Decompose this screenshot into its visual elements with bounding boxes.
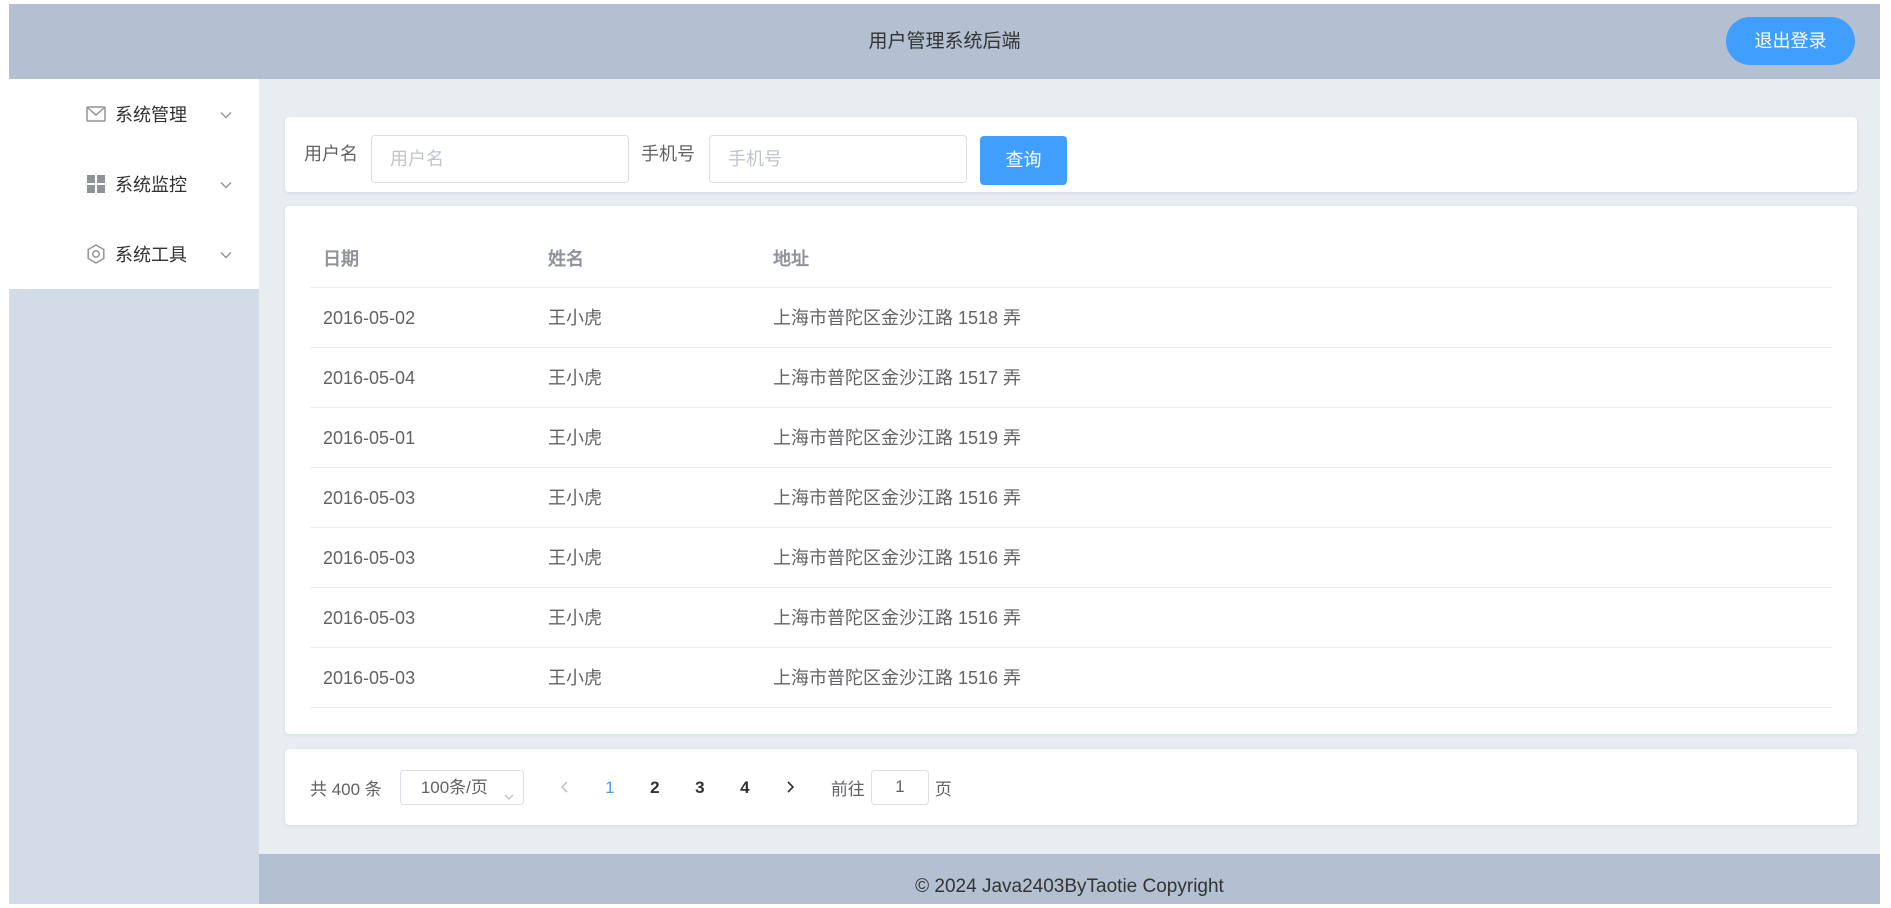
cell-address: 上海市普陀区金沙江路 1518 弄 [773, 308, 1022, 328]
pagination-card: 共 400 条 100条/页 1 2 3 4 前往 1 页 [285, 749, 1857, 825]
column-header-address: 地址 [773, 249, 809, 269]
footer: © 2024 Java2403ByTaotie Copyright [259, 854, 1880, 904]
cell-name: 王小虎 [548, 488, 602, 508]
page-number-3[interactable]: 3 [684, 770, 716, 805]
cell-address: 上海市普陀区金沙江路 1519 弄 [773, 428, 1022, 448]
page-size-value: 100条/页 [420, 777, 488, 797]
table-row: 2016-05-03 王小虎 上海市普陀区金沙江路 1516 弄 [310, 528, 1832, 588]
chevron-down-icon [219, 176, 233, 190]
cell-date: 2016-05-02 [323, 308, 416, 328]
chevron-down-icon [219, 246, 233, 260]
cell-date: 2016-05-03 [323, 668, 416, 688]
cell-address: 上海市普陀区金沙江路 1517 弄 [773, 368, 1022, 388]
chevron-left-icon [560, 781, 568, 793]
logout-button[interactable]: 退出登录 [1726, 17, 1855, 65]
cell-address: 上海市普陀区金沙江路 1516 弄 [773, 608, 1022, 628]
phone-input[interactable] [709, 135, 967, 183]
page-number-4[interactable]: 4 [729, 770, 761, 805]
sidebar-item-system-management[interactable]: 系统管理 [9, 79, 259, 149]
data-table-card: 日期 姓名 地址 2016-05-02 王小虎 上海市普陀区金沙江路 1518 … [285, 206, 1857, 734]
page-size-select[interactable]: 100条/页 [399, 769, 524, 805]
cell-date: 2016-05-03 [323, 548, 416, 568]
cell-address: 上海市普陀区金沙江路 1516 弄 [773, 548, 1022, 568]
chevron-down-icon [503, 781, 515, 800]
app-container: 用户管理系统后端 退出登录 系统管理 系统监控 系统工具 用户名 用户名 手机号… [9, 4, 1880, 904]
goto-suffix: 页 [934, 779, 952, 799]
setting-icon [85, 243, 107, 265]
goto-page-input[interactable] [870, 769, 929, 805]
cell-name: 王小虎 [548, 428, 602, 448]
table-header-row: 日期 姓名 地址 [310, 231, 1832, 288]
main-content: 用户名 手机号 查询 日期 姓名 地址 2016-05-02 王小虎 上海市普陀… [259, 79, 1880, 854]
column-header-name: 姓名 [548, 249, 584, 269]
table-row: 2016-05-03 王小虎 上海市普陀区金沙江路 1516 弄 [310, 588, 1832, 648]
cell-address: 上海市普陀区金沙江路 1516 弄 [773, 668, 1022, 688]
chevron-right-icon [787, 781, 794, 793]
username-input[interactable] [371, 135, 629, 183]
page-number-1[interactable]: 1 [594, 770, 626, 805]
sidebar-item-label: 系统监控 [115, 175, 187, 195]
cell-name: 王小虎 [548, 608, 602, 628]
cell-date: 2016-05-01 [323, 428, 416, 448]
sidebar-item-system-tools[interactable]: 系统工具 [9, 219, 259, 289]
copyright-text: © 2024 Java2403ByTaotie Copyright [915, 876, 1224, 897]
header: 用户管理系统后端 退出登录 [9, 4, 1880, 79]
grid-icon [85, 173, 107, 195]
next-page-button[interactable] [774, 770, 806, 805]
cell-date: 2016-05-03 [323, 488, 416, 508]
table-row: 2016-05-03 王小虎 上海市普陀区金沙江路 1516 弄 [310, 648, 1832, 708]
pagination: 共 400 条 100条/页 1 2 3 4 前往 1 页 [310, 749, 952, 825]
sidebar: 系统管理 系统监控 系统工具 [9, 79, 259, 904]
query-button[interactable]: 查询 [980, 136, 1067, 185]
data-table: 日期 姓名 地址 2016-05-02 王小虎 上海市普陀区金沙江路 1518 … [310, 231, 1832, 708]
search-form: 用户名 手机号 查询 [285, 117, 1857, 192]
phone-label: 手机号 [641, 144, 695, 164]
cell-name: 王小虎 [548, 668, 602, 688]
cell-name: 王小虎 [548, 368, 602, 388]
cell-name: 王小虎 [548, 548, 602, 568]
prev-page-button[interactable] [549, 770, 581, 805]
sidebar-item-label: 系统工具 [115, 245, 187, 265]
table-row: 2016-05-04 王小虎 上海市普陀区金沙江路 1517 弄 [310, 348, 1832, 408]
page-number-2[interactable]: 2 [639, 770, 671, 805]
cell-date: 2016-05-03 [323, 608, 416, 628]
pagination-total: 共 400 条 [310, 779, 382, 799]
chevron-down-icon [219, 106, 233, 120]
table-row: 2016-05-03 王小虎 上海市普陀区金沙江路 1516 弄 [310, 468, 1832, 528]
table-row: 2016-05-02 王小虎 上海市普陀区金沙江路 1518 弄 [310, 288, 1832, 348]
column-header-date: 日期 [323, 249, 359, 269]
message-icon [85, 103, 107, 125]
username-label: 用户名 [304, 144, 358, 164]
cell-name: 王小虎 [548, 308, 602, 328]
goto-prefix: 前往 [830, 779, 865, 799]
page-jumper: 前往 页 [830, 769, 952, 805]
table-row: 2016-05-01 王小虎 上海市普陀区金沙江路 1519 弄 [310, 408, 1832, 468]
sidebar-item-system-monitor[interactable]: 系统监控 [9, 149, 259, 219]
page-title: 用户管理系统后端 [868, 31, 1021, 52]
sidebar-item-label: 系统管理 [115, 105, 187, 125]
cell-date: 2016-05-04 [323, 368, 416, 388]
cell-address: 上海市普陀区金沙江路 1516 弄 [773, 488, 1022, 508]
sidebar-menu: 系统管理 系统监控 系统工具 [9, 79, 259, 289]
